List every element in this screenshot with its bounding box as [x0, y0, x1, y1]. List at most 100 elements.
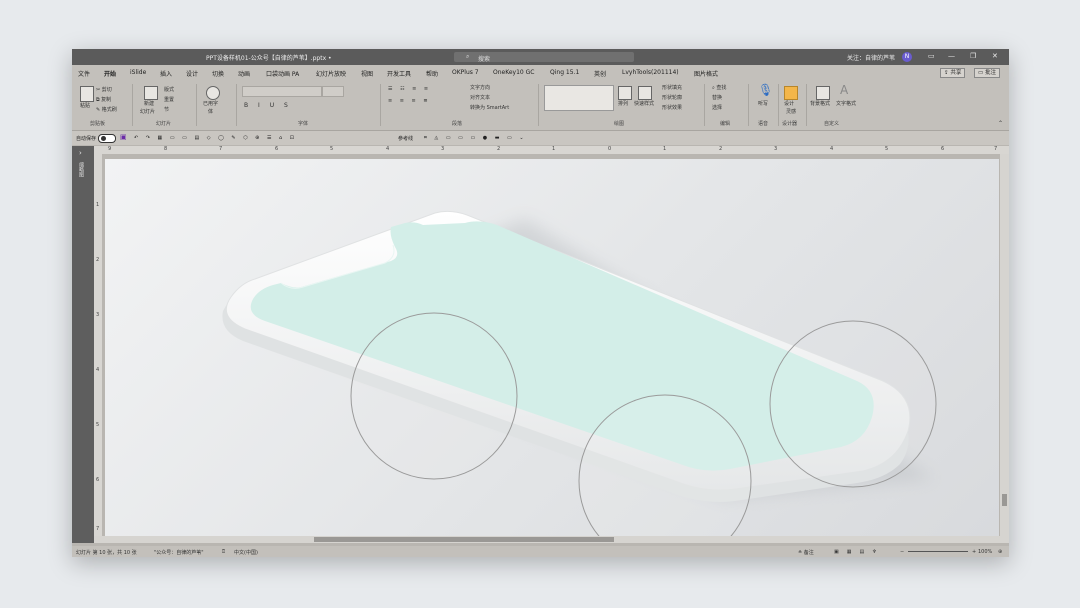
- ruler-tick: 2: [719, 146, 723, 152]
- scroll-thumb[interactable]: [1002, 494, 1007, 506]
- cut-button[interactable]: ✂ 剪切: [96, 86, 112, 93]
- arrange-icon[interactable]: [618, 86, 632, 100]
- ruler-tick: 4: [96, 367, 100, 373]
- text-format-label[interactable]: 文字格式: [836, 100, 856, 107]
- tab-developer[interactable]: 开发工具: [387, 69, 411, 78]
- thumbnail-pane[interactable]: › 缩略图: [72, 146, 94, 543]
- tab-okplus[interactable]: OKPlus 7: [452, 69, 479, 76]
- text-format-icon[interactable]: A: [840, 83, 848, 97]
- layout-button[interactable]: 版式: [164, 86, 174, 93]
- minimize-icon[interactable]: —: [948, 52, 955, 60]
- expand-icon[interactable]: ›: [79, 149, 82, 157]
- save-icon[interactable]: ▣: [120, 133, 127, 141]
- separator: [538, 84, 539, 126]
- tab-picture-format[interactable]: 图片格式: [694, 69, 718, 78]
- tab-pocket-animation[interactable]: 口袋动画 PA: [266, 69, 299, 78]
- vertical-scrollbar[interactable]: [1000, 154, 1009, 536]
- zoom-slider[interactable]: [908, 551, 968, 552]
- zoom-level[interactable]: 100%: [978, 549, 992, 555]
- find-button[interactable]: ⌕ 查找: [712, 84, 726, 91]
- design-ideas-icon[interactable]: [784, 86, 798, 100]
- tab-view[interactable]: 视图: [361, 69, 373, 78]
- align-buttons[interactable]: ≡ ≡ ≡ ≣: [388, 98, 431, 104]
- new-slide-sub[interactable]: 幻灯片: [140, 108, 155, 115]
- tab-transitions[interactable]: 切换: [212, 69, 224, 78]
- phone-mockup[interactable]: [105, 159, 999, 536]
- maximize-icon[interactable]: ❐: [970, 52, 976, 60]
- new-slide-label[interactable]: 新建: [144, 100, 154, 107]
- paste-icon[interactable]: [80, 86, 94, 102]
- reset-button[interactable]: 重置: [164, 96, 174, 103]
- align-text-button[interactable]: 对齐文本: [470, 94, 490, 101]
- comment-button[interactable]: ▭ 批注: [974, 68, 1000, 78]
- share-button[interactable]: ⇪ 共享: [940, 68, 966, 78]
- tab-home[interactable]: 开始: [104, 69, 117, 82]
- toolbar-icons-2[interactable]: ⌗ ◬ ▭ ▭ ▭ ● ▬ ▭ ⌄: [424, 135, 527, 141]
- tab-islide[interactable]: iSlide: [130, 69, 146, 76]
- view-buttons[interactable]: ▣▦▤♆: [834, 549, 885, 555]
- avatar[interactable]: N: [902, 52, 912, 62]
- fit-slide-icon[interactable]: ⊕: [998, 549, 1002, 555]
- tab-slideshow[interactable]: 幻灯片放映: [316, 69, 346, 78]
- font-size-select[interactable]: [322, 86, 344, 97]
- horizontal-scrollbar[interactable]: [94, 536, 1009, 543]
- tab-design[interactable]: 设计: [186, 69, 198, 78]
- reference-line-label[interactable]: 参考线: [398, 135, 413, 142]
- title-bar: PPT设备样机01-公众号【自律的芦苇】.pptx • ⌕ 搜索 关注：自律的芦…: [72, 49, 1009, 65]
- shapes-gallery[interactable]: [544, 85, 614, 111]
- toolbar-icons[interactable]: ↶ ↷ ▦ ▭ ▭ ▤ ◇ ◯ ✎ ⬡ ⊕ ☰ ⌂ ⊡: [134, 135, 297, 141]
- design-ideas-sub[interactable]: 灵感: [786, 108, 796, 115]
- tab-file[interactable]: 文件: [78, 69, 90, 78]
- microphone-icon[interactable]: 🎙: [758, 83, 773, 97]
- collapse-ribbon-icon[interactable]: ⌃: [998, 120, 1003, 127]
- new-slide-icon[interactable]: [144, 86, 158, 100]
- slide-canvas[interactable]: [105, 159, 999, 536]
- dictate-label[interactable]: 听写: [758, 100, 768, 107]
- shape-fill-button[interactable]: 形状填充: [662, 84, 682, 91]
- scroll-thumb[interactable]: [314, 537, 614, 542]
- tab-help[interactable]: 帮助: [426, 69, 438, 78]
- shape-effects-button[interactable]: 形状效果: [662, 104, 682, 111]
- replace-button[interactable]: 替换: [712, 94, 722, 101]
- search-box[interactable]: ⌕ 搜索: [454, 52, 634, 63]
- tab-yingchuang[interactable]: 英创: [594, 69, 606, 78]
- language[interactable]: 中文(中国): [234, 549, 258, 556]
- design-ideas-label[interactable]: 设计: [784, 100, 794, 107]
- format-painter-label: 格式刷: [101, 107, 117, 113]
- quick-styles-label[interactable]: 快速样式: [634, 100, 654, 107]
- select-button[interactable]: 选择: [712, 104, 722, 111]
- font-style-buttons[interactable]: B I U S: [244, 102, 292, 109]
- used-fonts-icon[interactable]: [206, 86, 220, 100]
- background-format-icon[interactable]: [816, 86, 830, 100]
- tab-lvyhtools[interactable]: LvyhTools(201114): [622, 69, 679, 76]
- autosave-toggle[interactable]: [98, 134, 116, 143]
- paste-label[interactable]: 粘贴: [80, 102, 90, 109]
- ruler-tick: 6: [96, 477, 100, 483]
- text-direction-button[interactable]: 文字方向: [470, 84, 490, 91]
- ruler-tick: 3: [96, 312, 100, 318]
- smartart-button[interactable]: 转换为 SmartArt: [470, 104, 509, 111]
- close-icon[interactable]: ✕: [992, 52, 998, 60]
- search-placeholder: 搜索: [478, 56, 491, 63]
- tab-onekey[interactable]: OneKey10 GC: [493, 69, 534, 76]
- copy-button[interactable]: ⧉ 复制: [96, 96, 111, 103]
- separator: [748, 84, 749, 126]
- accessibility-icon[interactable]: ⌼: [222, 549, 225, 555]
- font-name-select[interactable]: [242, 86, 322, 97]
- shape-outline-button[interactable]: 形状轮廓: [662, 94, 682, 101]
- list-buttons[interactable]: ☰ ☷ ≡ ≡: [388, 86, 431, 92]
- ribbon-display-icon[interactable]: ▭: [928, 52, 935, 60]
- format-painter-button[interactable]: ✎ 格式刷: [96, 106, 117, 113]
- zoom-in-icon[interactable]: +: [972, 549, 976, 555]
- section-button[interactable]: 节: [164, 106, 169, 113]
- tab-qing[interactable]: Qing 15.1: [550, 69, 579, 76]
- quick-styles-icon[interactable]: [638, 86, 652, 100]
- notes-button[interactable]: ≙ 备注: [798, 549, 814, 556]
- tab-insert[interactable]: 插入: [160, 69, 172, 78]
- arrange-label[interactable]: 排列: [618, 100, 628, 107]
- used-fonts-label[interactable]: 已用字: [203, 100, 218, 107]
- zoom-out-icon[interactable]: −: [900, 549, 904, 555]
- tab-animations[interactable]: 动画: [238, 69, 250, 78]
- background-format-label[interactable]: 背景格式: [810, 100, 830, 107]
- used-fonts-sub[interactable]: 体: [208, 108, 213, 115]
